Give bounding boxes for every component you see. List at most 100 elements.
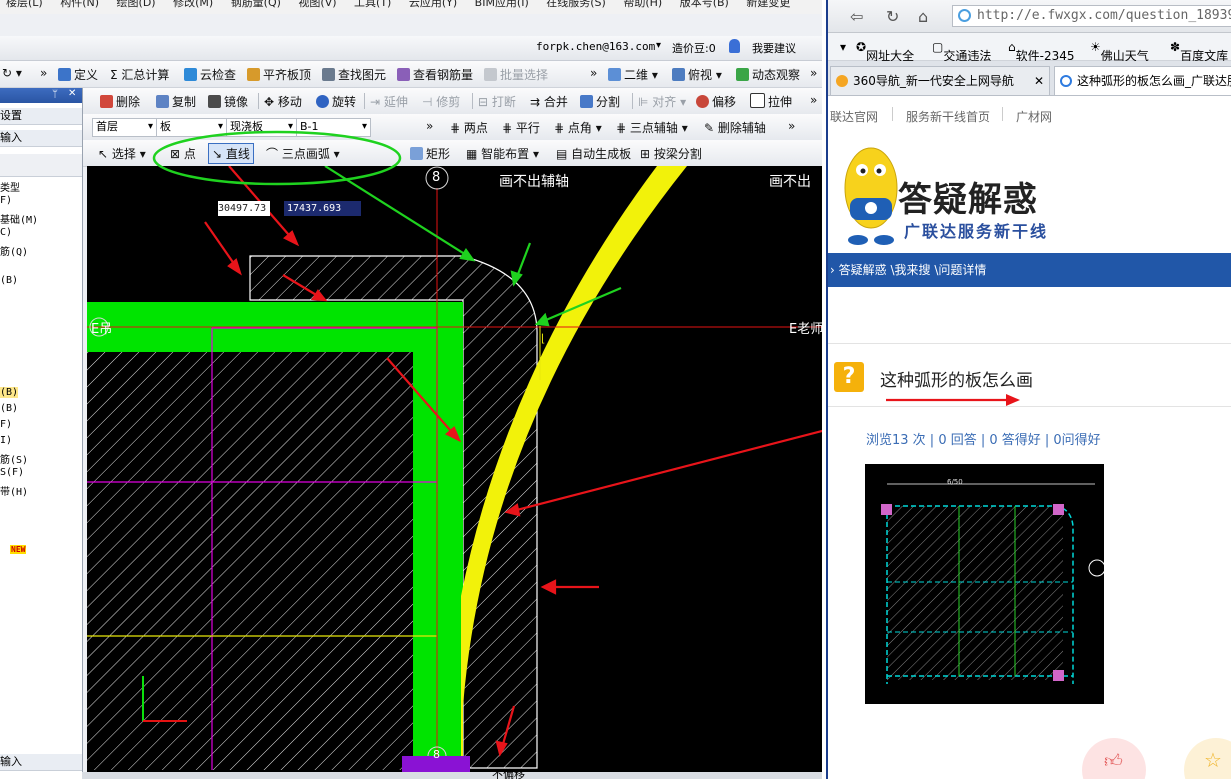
- stretch-button[interactable]: 拉伸: [750, 93, 792, 110]
- move-button[interactable]: ✥ 移动: [264, 93, 302, 110]
- mirror-button[interactable]: 镜像: [208, 93, 248, 110]
- menu-draw[interactable]: 绘图(D): [117, 0, 156, 9]
- bookmark-item[interactable]: ▢ 交通违法: [932, 40, 991, 63]
- beam-split-button[interactable]: ⊞ 按梁分割: [640, 145, 702, 162]
- rectangle-tool-button[interactable]: 矩形: [410, 145, 450, 162]
- menu-modify[interactable]: 修改(M): [173, 0, 213, 9]
- bookmark-item[interactable]: ⌂ 软件-2345: [1008, 40, 1075, 63]
- tree-item-selected[interactable]: (B): [0, 387, 19, 398]
- tree-item[interactable]: 筋(Q): [0, 243, 28, 258]
- bookmark-item[interactable]: ☀ 佛山天气: [1090, 40, 1149, 63]
- auto-slab-button[interactable]: ▤ 自动生成板: [556, 145, 631, 162]
- offset-button[interactable]: 偏移: [696, 93, 736, 110]
- menu-rebar[interactable]: 钢筋量(Q): [231, 0, 281, 9]
- coord-x-input[interactable]: 30497.73: [218, 201, 270, 216]
- break-button[interactable]: ⊟ 打断: [478, 93, 516, 110]
- tree-item[interactable]: (B): [0, 275, 18, 286]
- cloud-check-button[interactable]: 云检查: [184, 66, 236, 83]
- trim-button[interactable]: ⊣ 修剪: [422, 93, 460, 110]
- align-button[interactable]: ⊫ 对齐 ▾: [638, 93, 686, 110]
- panel-row-bottom-input[interactable]: 输入: [0, 754, 82, 771]
- find-element-button[interactable]: 查找图元: [322, 66, 386, 83]
- bell-icon[interactable]: [729, 39, 740, 53]
- home-icon[interactable]: ⌂: [918, 7, 928, 26]
- tree-item[interactable]: F): [0, 195, 12, 206]
- menu-version[interactable]: 版本号(B): [680, 0, 729, 9]
- menu-cloud[interactable]: 云应用(Y): [409, 0, 457, 9]
- more-icon[interactable]: »: [426, 119, 433, 133]
- menu-online[interactable]: 在线服务(S): [546, 0, 606, 9]
- more-icon[interactable]: »: [40, 66, 47, 80]
- url-input[interactable]: http://e.fwxgx.com/question_18939: [952, 5, 1231, 27]
- question-image[interactable]: 6/50: [865, 464, 1106, 704]
- smart-layout-button[interactable]: ▦ 智能布置 ▾: [466, 145, 539, 162]
- align-top-button[interactable]: 平齐板顶: [247, 66, 311, 83]
- menu-bim[interactable]: BIM应用(I): [475, 0, 529, 9]
- merge-button[interactable]: ⇉ 合并: [530, 93, 568, 110]
- panel-row-settings[interactable]: 设置: [0, 108, 82, 125]
- floor-select[interactable]: 首层: [92, 118, 157, 137]
- delete-button[interactable]: 删除: [100, 93, 140, 110]
- view-rebar-button[interactable]: 查看钢筋量: [397, 66, 473, 83]
- menu-tools[interactable]: 工具(T): [354, 0, 391, 9]
- extend-button[interactable]: ⇥ 延伸: [370, 93, 408, 110]
- menu-new-change[interactable]: 新建变更: [746, 0, 790, 9]
- menu-view[interactable]: 视图(V): [298, 0, 336, 9]
- more-icon[interactable]: »: [788, 119, 795, 133]
- tree-item[interactable]: 类型: [0, 179, 20, 194]
- pin-icon[interactable]: ᛘ: [52, 89, 58, 100]
- link-home[interactable]: 服务新干线首页: [906, 108, 990, 125]
- tree-item[interactable]: 筋(S): [0, 451, 28, 466]
- link-material-site[interactable]: 广材网: [1016, 108, 1052, 125]
- like-button[interactable]: 👍︎: [1082, 738, 1146, 779]
- tree-item[interactable]: (B): [0, 403, 18, 414]
- favorite-button[interactable]: ☆: [1184, 738, 1231, 779]
- back-icon[interactable]: ⇦: [850, 7, 863, 26]
- tab-question[interactable]: 这种弧形的板怎么画_广联达服务新干线: [1054, 66, 1231, 95]
- tree-item[interactable]: S(F): [0, 467, 24, 478]
- refresh-icon[interactable]: ↻ ▾: [2, 66, 22, 80]
- coord-y-input[interactable]: 17437.693: [284, 201, 361, 216]
- delete-axis-button[interactable]: ✎ 删除辅轴: [704, 119, 766, 136]
- two-point-axis-button[interactable]: ⋕ 两点: [450, 119, 488, 136]
- summary-calc-button[interactable]: Σ 汇总计算: [110, 66, 169, 83]
- user-email[interactable]: forpk.chen@163.com: [536, 40, 655, 53]
- define-button[interactable]: 定义: [58, 66, 98, 83]
- point-angle-axis-button[interactable]: ⋕ 点角 ▾: [554, 119, 602, 136]
- more-icon[interactable]: »: [590, 66, 597, 80]
- chevron-down-icon[interactable]: ▾: [840, 40, 846, 54]
- tree-item[interactable]: 基础(M): [0, 211, 38, 226]
- tree-item[interactable]: C): [0, 227, 12, 238]
- close-icon[interactable]: ✕: [68, 88, 76, 99]
- more-icon[interactable]: »: [810, 66, 817, 80]
- view-2d-select[interactable]: 二维 ▾: [608, 66, 658, 83]
- drawing-canvas[interactable]: ⌊ 30497.73 17437.693 8 画不出辅轴 画不出 E吊 E老师 …: [87, 165, 822, 772]
- tree-item[interactable]: 带(H): [0, 483, 28, 498]
- parallel-axis-button[interactable]: ⋕ 平行: [502, 119, 540, 136]
- top-view-select[interactable]: 俯视 ▾: [672, 66, 722, 83]
- breadcrumb-text[interactable]: 答疑解惑 \我来搜 \问题详情: [839, 263, 987, 277]
- suggest-button[interactable]: 我要建议: [752, 40, 796, 56]
- reload-icon[interactable]: ↻: [886, 7, 899, 26]
- bookmark-item[interactable]: ✽ 百度文库: [1170, 40, 1228, 63]
- copy-button[interactable]: 复制: [156, 93, 196, 110]
- panel-row-input[interactable]: 输入: [0, 130, 82, 147]
- tree-item[interactable]: F): [0, 419, 12, 430]
- three-point-axis-button[interactable]: ⋕ 三点辅轴 ▾: [616, 119, 688, 136]
- dynamic-view-button[interactable]: 动态观察: [736, 66, 800, 83]
- select-tool-button[interactable]: ↖ 选择 ▾: [98, 145, 146, 162]
- tree-item[interactable]: I): [0, 435, 12, 446]
- chevron-down-icon[interactable]: ▾: [656, 40, 661, 51]
- more-icon[interactable]: »: [810, 93, 817, 107]
- bookmark-item[interactable]: ✪ 网址大全: [856, 40, 914, 63]
- link-official-site[interactable]: 联达官网: [830, 108, 878, 125]
- rotate-button[interactable]: 旋转: [316, 93, 356, 110]
- tab-360-nav[interactable]: 360导航_新一代安全上网导航: [830, 66, 1050, 95]
- slab-main[interactable]: [87, 326, 413, 770]
- menu-floor[interactable]: 楼层(L): [6, 0, 43, 9]
- split-button[interactable]: 分割: [580, 93, 620, 110]
- menu-help[interactable]: 帮助(H): [623, 0, 662, 9]
- close-icon[interactable]: ✕: [1034, 74, 1044, 88]
- menu-component[interactable]: 构件(N): [60, 0, 99, 9]
- batch-select-button[interactable]: 批量选择: [484, 66, 548, 83]
